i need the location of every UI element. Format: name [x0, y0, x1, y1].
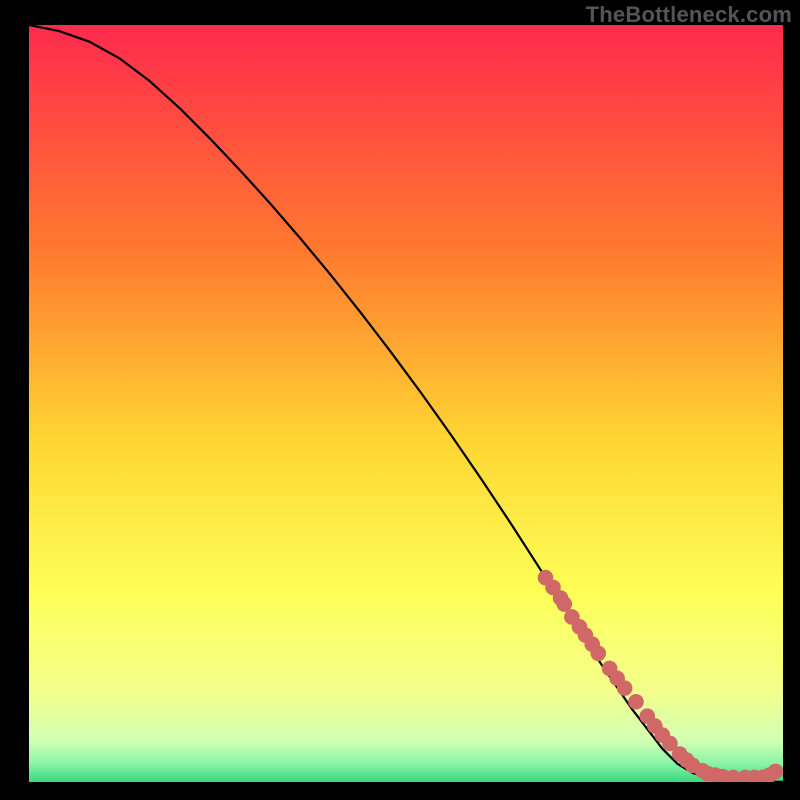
chart-dot [617, 680, 633, 696]
chart-svg [29, 25, 783, 782]
chart-dot [628, 694, 644, 710]
chart-plot-area [29, 25, 783, 782]
chart-background-gradient [29, 25, 783, 782]
chart-dot [590, 646, 606, 662]
chart-dot [768, 764, 783, 780]
